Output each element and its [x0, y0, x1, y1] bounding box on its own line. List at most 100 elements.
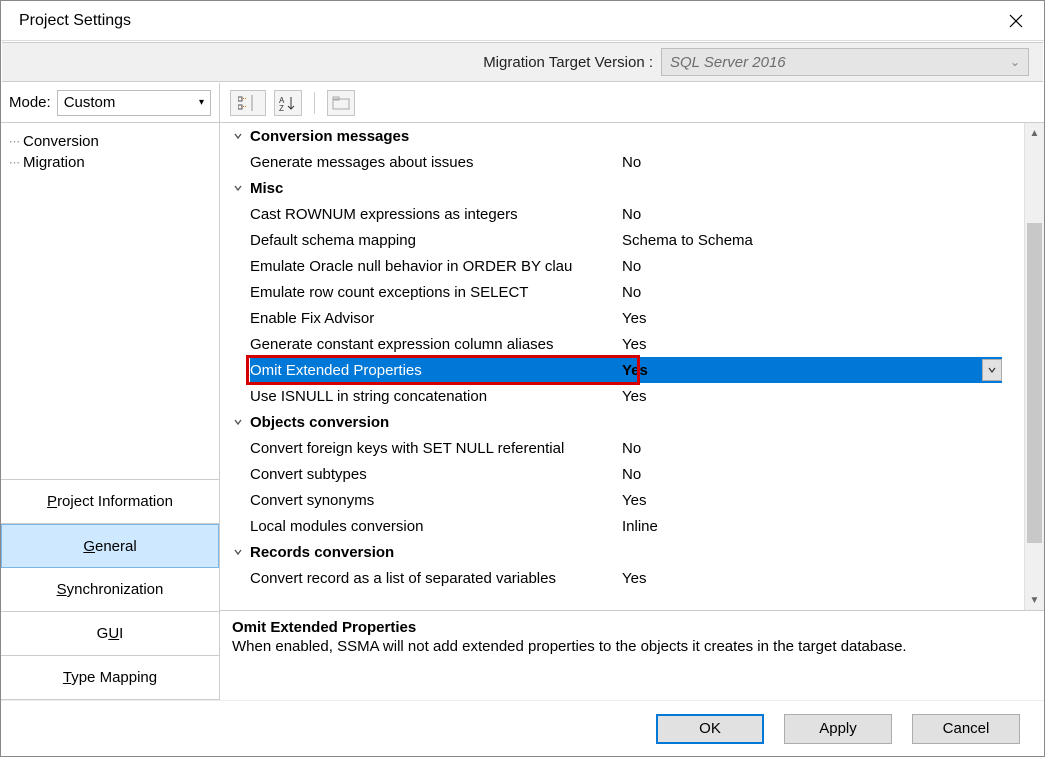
category-gui[interactable]: GUI	[1, 612, 219, 656]
category-project-information[interactable]: Project Information	[1, 480, 219, 524]
categorized-button[interactable]	[230, 90, 266, 116]
left-column: Mode: Custom ▾ ⋯ Conversion ⋯ Migration	[1, 83, 220, 700]
property-row[interactable]: Use ISNULL in string concatenationYes	[220, 383, 1024, 409]
category-label: Type Mapping	[63, 669, 157, 686]
property-grid: Conversion messagesGenerate messages abo…	[220, 123, 1024, 610]
property-value[interactable]: No	[616, 206, 1024, 223]
tree-item-migration[interactable]: ⋯ Migration	[9, 152, 211, 173]
property-label: Use ISNULL in string concatenation	[246, 388, 616, 405]
property-row[interactable]: Convert foreign keys with SET NULL refer…	[220, 435, 1024, 461]
group-label: Objects conversion	[246, 414, 1024, 431]
mode-select[interactable]: Custom ▾	[57, 90, 211, 116]
property-value[interactable]: No	[616, 258, 1024, 275]
collapse-icon[interactable]	[230, 547, 246, 557]
toolbar-separator	[314, 92, 315, 114]
property-grid-wrap: Conversion messagesGenerate messages abo…	[220, 123, 1044, 610]
property-label: Convert subtypes	[246, 466, 616, 483]
right-column: A Z Conversion messagesGenerate messages…	[220, 83, 1044, 700]
collapse-icon[interactable]	[230, 417, 246, 427]
scroll-down-icon[interactable]: ▼	[1025, 590, 1044, 610]
chevron-down-icon: ⌄	[1010, 55, 1020, 69]
property-value[interactable]: Schema to Schema	[616, 232, 1024, 249]
property-row[interactable]: Enable Fix AdvisorYes	[220, 305, 1024, 331]
apply-label: Apply	[819, 720, 857, 737]
property-value[interactable]: No	[616, 154, 1024, 171]
property-value[interactable]: No	[616, 440, 1024, 457]
sort-az-icon: A Z	[279, 95, 297, 111]
tree-item-conversion[interactable]: ⋯ Conversion	[9, 131, 211, 152]
property-label: Cast ROWNUM expressions as integers	[246, 206, 616, 223]
migration-target-value: SQL Server 2016	[670, 54, 786, 71]
property-label: Default schema mapping	[246, 232, 616, 249]
property-label: Generate messages about issues	[246, 154, 616, 171]
property-row[interactable]: Convert synonymsYes	[220, 487, 1024, 513]
category-general[interactable]: General	[1, 524, 219, 568]
svg-text:Z: Z	[279, 104, 284, 111]
category-label: Project Information	[47, 493, 173, 510]
categorized-icon	[238, 95, 258, 111]
property-value[interactable]: Yes	[616, 336, 1024, 353]
property-group[interactable]: Conversion messages	[220, 123, 1024, 149]
vertical-scrollbar[interactable]: ▲ ▼	[1024, 123, 1044, 610]
property-row[interactable]: Local modules conversionInline	[220, 513, 1024, 539]
property-value[interactable]: Yes	[616, 362, 1024, 379]
property-row[interactable]: Generate constant expression column alia…	[220, 331, 1024, 357]
collapse-icon[interactable]	[230, 131, 246, 141]
property-label: Generate constant expression column alia…	[246, 336, 616, 353]
tree-item-label: Migration	[23, 154, 85, 171]
property-row[interactable]: Omit Extended PropertiesYes	[220, 357, 1024, 383]
group-label: Records conversion	[246, 544, 1024, 561]
property-row[interactable]: Convert subtypesNo	[220, 461, 1024, 487]
property-row[interactable]: Cast ROWNUM expressions as integersNo	[220, 201, 1024, 227]
migration-target-dropdown[interactable]: SQL Server 2016 ⌄	[661, 48, 1029, 76]
cancel-label: Cancel	[943, 720, 990, 737]
property-pages-button[interactable]	[327, 90, 355, 116]
property-value[interactable]: Yes	[616, 570, 1024, 587]
category-type-mapping[interactable]: Type Mapping	[1, 656, 219, 700]
category-synchronization[interactable]: Synchronization	[1, 568, 219, 612]
property-row[interactable]: Generate messages about issuesNo	[220, 149, 1024, 175]
property-label: Convert record as a list of separated va…	[246, 570, 616, 587]
property-value[interactable]: No	[616, 284, 1024, 301]
property-value[interactable]: No	[616, 466, 1024, 483]
tree-dots-icon: ⋯	[9, 156, 19, 169]
property-label: Local modules conversion	[246, 518, 616, 535]
migration-target-strip: Migration Target Version : SQL Server 20…	[2, 42, 1043, 82]
property-label: Emulate row count exceptions in SELECT	[246, 284, 616, 301]
scroll-up-icon[interactable]: ▲	[1025, 123, 1044, 143]
property-row[interactable]: Emulate Oracle null behavior in ORDER BY…	[220, 253, 1024, 279]
property-group[interactable]: Misc	[220, 175, 1024, 201]
property-group[interactable]: Objects conversion	[220, 409, 1024, 435]
chevron-down-icon: ▾	[199, 97, 204, 108]
window-title: Project Settings	[13, 12, 131, 30]
collapse-icon[interactable]	[230, 183, 246, 193]
property-label: Emulate Oracle null behavior in ORDER BY…	[246, 258, 616, 275]
scroll-thumb[interactable]	[1027, 223, 1042, 543]
property-group[interactable]: Records conversion	[220, 539, 1024, 565]
mode-row: Mode: Custom ▾	[1, 83, 219, 123]
property-row[interactable]: Convert record as a list of separated va…	[220, 565, 1024, 591]
property-label: Convert foreign keys with SET NULL refer…	[246, 440, 616, 457]
property-value[interactable]: Yes	[616, 388, 1024, 405]
close-button[interactable]	[1000, 5, 1032, 37]
value-dropdown-button[interactable]	[982, 359, 1002, 381]
settings-tree: ⋯ Conversion ⋯ Migration	[1, 123, 219, 480]
dialog-buttons: OK Apply Cancel	[1, 700, 1044, 756]
titlebar: Project Settings	[1, 1, 1044, 41]
property-value[interactable]: Yes	[616, 492, 1024, 509]
mode-label: Mode:	[9, 94, 51, 111]
property-row[interactable]: Default schema mappingSchema to Schema	[220, 227, 1024, 253]
alphabetical-button[interactable]: A Z	[274, 90, 302, 116]
property-value[interactable]: Inline	[616, 518, 1024, 535]
property-toolbar: A Z	[220, 83, 1044, 123]
apply-button[interactable]: Apply	[784, 714, 892, 744]
close-icon	[1009, 14, 1023, 28]
property-row[interactable]: Emulate row count exceptions in SELECTNo	[220, 279, 1024, 305]
ok-label: OK	[699, 720, 721, 737]
folder-icon	[332, 96, 350, 110]
description-body: When enabled, SSMA will not add extended…	[232, 638, 1032, 655]
cancel-button[interactable]: Cancel	[912, 714, 1020, 744]
mode-value: Custom	[64, 94, 116, 111]
ok-button[interactable]: OK	[656, 714, 764, 744]
property-value[interactable]: Yes	[616, 310, 1024, 327]
